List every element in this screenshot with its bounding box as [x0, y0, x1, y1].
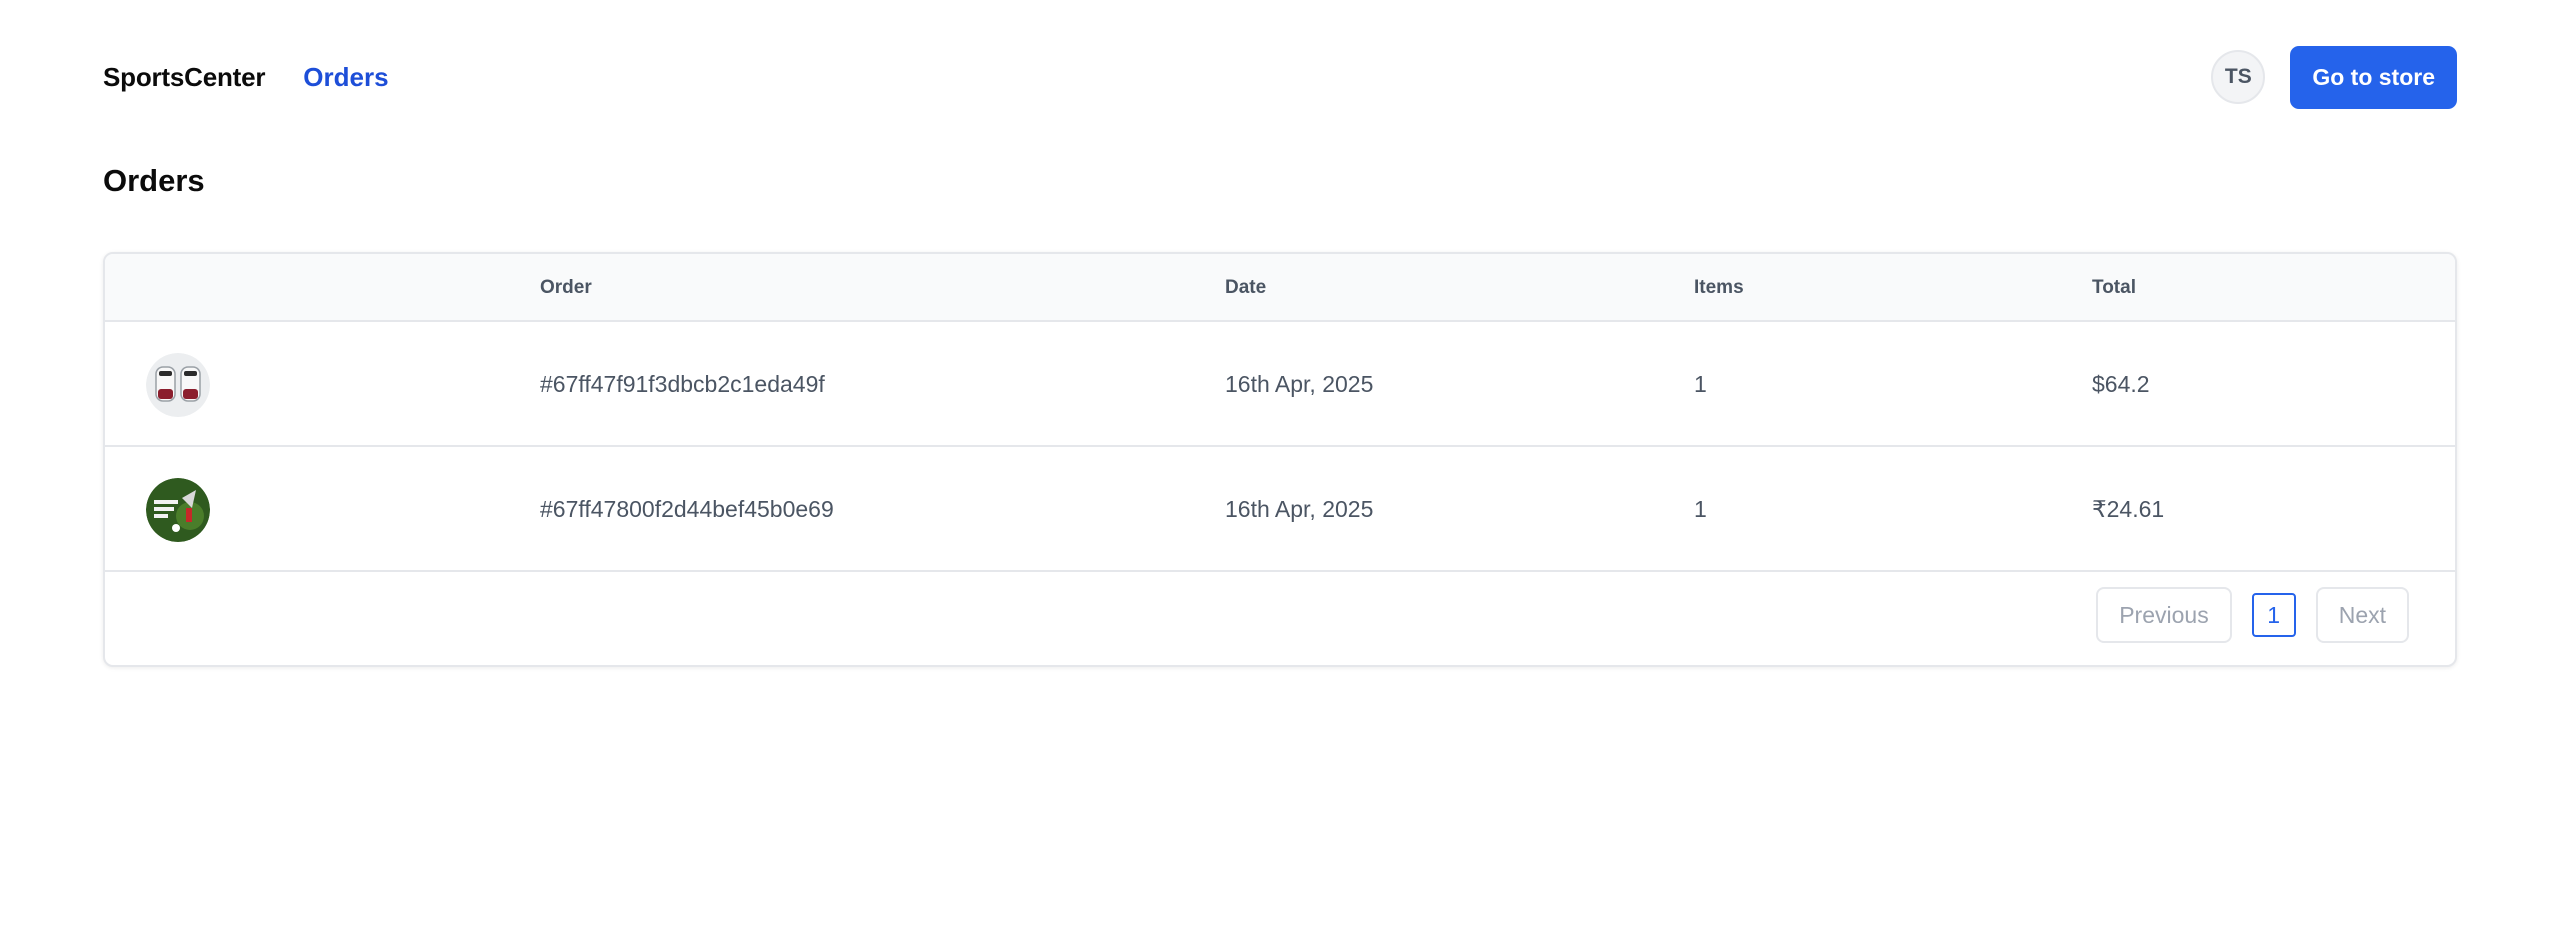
previous-page-button[interactable]: Previous	[2096, 587, 2232, 643]
nav-right: TS Go to store	[2211, 45, 2457, 109]
table-header: Order Date Items Total	[105, 254, 2455, 322]
sports-poster-thumbnail	[146, 478, 210, 542]
orders-table: Order Date Items Total #67ff47f91f3dbcb2…	[103, 252, 2457, 667]
table-row[interactable]: #67ff47f91f3dbcb2c1eda49f 16th Apr, 2025…	[105, 322, 2455, 447]
next-page-button[interactable]: Next	[2315, 587, 2409, 643]
order-id[interactable]: #67ff47f91f3dbcb2c1eda49f	[540, 322, 825, 447]
nav-left: SportsCenter Orders	[103, 62, 389, 93]
brand-logo[interactable]: SportsCenter	[103, 62, 265, 93]
order-total: ₹24.61	[2092, 496, 2165, 522]
orders-page: SportsCenter Orders TS Go to store Order…	[0, 0, 2560, 937]
top-navbar: SportsCenter Orders TS Go to store	[103, 45, 2457, 109]
column-header-date: Date	[1225, 277, 1267, 298]
order-total: $64.2	[2092, 371, 2150, 397]
gloves-thumbnail	[146, 353, 210, 417]
current-page-indicator[interactable]: 1	[2251, 593, 2296, 637]
order-id[interactable]: #67ff47800f2d44bef45b0e69	[540, 447, 834, 572]
column-header-order: Order	[540, 277, 592, 298]
order-items: 1	[1694, 496, 1707, 522]
column-header-total: Total	[2092, 277, 2136, 298]
page-title: Orders	[103, 163, 205, 198]
go-to-store-button[interactable]: Go to store	[2290, 45, 2457, 109]
order-date: 16th Apr, 2025	[1225, 371, 1374, 397]
order-items: 1	[1694, 371, 1707, 397]
order-date: 16th Apr, 2025	[1225, 496, 1374, 522]
nav-orders-link[interactable]: Orders	[303, 62, 388, 93]
column-header-items: Items	[1694, 277, 1744, 298]
user-avatar[interactable]: TS	[2211, 50, 2266, 104]
table-row[interactable]: #67ff47800f2d44bef45b0e69 16th Apr, 2025…	[105, 447, 2455, 572]
pagination: Previous 1 Next	[2096, 587, 2409, 643]
